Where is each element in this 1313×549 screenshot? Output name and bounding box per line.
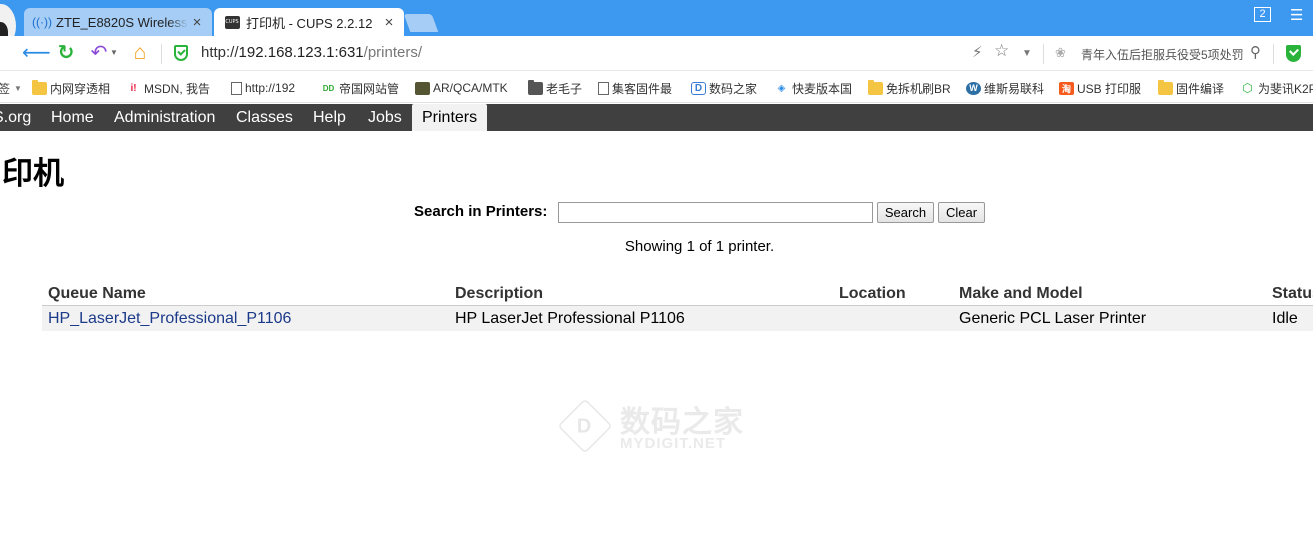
bookmark-item[interactable]: W 维斯易联科 [966,79,1044,97]
watermark: 数码之家 MYDIGIT.NET [557,397,758,457]
folder-icon [868,79,883,95]
address-toolbar: ⟵ ↻ ↶ ▼ ⌂ http://192.168.123.1:631/print… [0,36,1313,71]
printer-description: HP LaserJet Professional P1106 [455,310,685,327]
tab-label: ZTE_E8820S Wireless R [56,14,188,30]
home-icon[interactable]: ⌂ [128,41,152,65]
printer-queue-link[interactable]: HP_LaserJet_Professional_P1106 [48,310,291,328]
wireless-icon: ((·)) [32,15,52,29]
hamburger-menu-icon[interactable]: ☰ [1290,6,1303,24]
printer-make-model: Generic PCL Laser Printer [959,310,1147,327]
secure-shield-icon[interactable] [174,45,188,61]
cups-icon: CUPS [224,15,240,29]
nav-home[interactable]: Home [51,104,94,131]
reload-icon[interactable]: ↻ [55,41,77,65]
search-form: Search in Printers: Search Clear [0,201,1313,225]
url-path: /printers/ [363,44,423,61]
printers-table: Queue Name Description Location Make and… [42,283,1313,331]
search-button[interactable]: Search [877,202,934,223]
lightning-icon[interactable]: ⚡ [972,43,983,61]
bookmark-item[interactable]: DD 帝国网站管 [321,79,399,97]
page-icon [231,81,242,95]
bookmark-item[interactable]: 老毛子 [528,79,582,97]
nav-administration[interactable]: Administration [114,104,215,131]
col-status: Status [1272,285,1313,302]
search-input[interactable] [558,202,873,223]
col-make-model: Make and Model [959,285,1083,302]
close-icon[interactable]: × [380,14,398,31]
chip-icon [415,81,430,95]
undo-icon[interactable]: ↶ [88,41,110,65]
tab-zte-wireless[interactable]: ((·)) ZTE_E8820S Wireless R × [24,8,212,36]
window-count-badge[interactable]: 2 [1254,7,1271,22]
col-description: Description [455,285,544,302]
chevron-down-icon: ▼ [14,83,22,93]
toolbar-divider [161,44,162,64]
bookmark-item[interactable]: http://192 [231,79,295,97]
nav-cups-org[interactable]: S.org [0,104,31,131]
chevron-down-icon[interactable]: ▼ [1022,48,1032,59]
cups-navigation: S.org Home Administration Classes Help J… [0,104,1313,131]
msdn-icon: i! [130,82,137,94]
search-label: Search in Printers: [414,203,548,220]
ddwifi-icon: DD [322,83,335,93]
bookmark-item[interactable]: 集客固件最 [598,79,672,97]
nav-classes[interactable]: Classes [236,104,293,131]
toolbar-divider [1273,44,1274,64]
nav-printers[interactable]: Printers [412,104,488,131]
url-scheme: http:// [201,44,239,61]
bookmark-partial-icon: 签 [0,81,11,96]
table-header: Queue Name Description Location Make and… [42,283,1313,306]
col-location: Location [839,285,906,302]
security-shield-icon[interactable] [1286,45,1301,62]
diamond-icon: ◈ [777,82,786,94]
chevron-down-icon[interactable]: ▼ [110,48,118,57]
tab-label: 打印机 - CUPS 2.2.12 [246,15,373,31]
bookmark-item[interactable]: i! MSDN, 我告 [126,79,210,97]
address-bar[interactable]: http://192.168.123.1:631/printers/ [201,44,422,61]
back-arrow-icon[interactable]: ⟵ [22,41,51,65]
mydigit-icon: D [691,81,706,95]
new-tab-button[interactable] [403,14,439,32]
toolbar-divider [1043,44,1044,64]
wordpress-icon: W [966,81,981,95]
table-row: HP_LaserJet_Professional_P1106 HP LaserJ… [42,306,1313,331]
printer-status: Idle [1272,310,1298,327]
bookmark-item[interactable]: AR/QCA/MTK [415,79,508,97]
close-icon[interactable]: × [188,14,206,31]
bookmark-item[interactable]: 固件编译 [1158,79,1224,97]
bookmark-item[interactable]: D 数码之家 [691,79,757,97]
star-bookmark-icon[interactable]: ☆ [994,41,1009,61]
nav-help[interactable]: Help [313,104,346,131]
bookmark-item[interactable]: 淘 USB 打印服 [1059,79,1141,97]
folder-icon [32,79,47,95]
nav-jobs[interactable]: Jobs [368,104,402,131]
page-title: 印机 [2,156,64,191]
browser-search-box[interactable]: 青年入伍后拒服兵役受5项处罚 [1081,46,1247,63]
tab-strip: ((·)) ZTE_E8820S Wireless R × CUPS 打印机 -… [0,0,1313,48]
taobao-icon: 淘 [1059,81,1074,95]
watermark-en: MYDIGIT.NET [620,435,727,452]
url-host: 192.168.123.1:631 [238,44,364,61]
bookmark-item[interactable]: ⬡ 为斐讯K2P [1240,79,1313,97]
search-icon[interactable]: ⚲ [1250,43,1261,61]
col-queue-name: Queue Name [48,285,146,302]
page-icon [598,81,609,95]
tab-cups-printers[interactable]: CUPS 打印机 - CUPS 2.2.12 × [214,8,404,36]
bookmark-item[interactable]: ◈ 快麦版本国 [774,79,852,97]
baidu-paw-icon: ❀ [1055,45,1066,60]
folder-icon [1158,79,1173,95]
bookmark-item[interactable]: 免拆机刷BR [868,79,951,97]
mydigit-logo-icon [557,398,613,454]
bookmark-item[interactable]: 内网穿透相 [32,79,110,97]
result-count: Showing 1 of 1 printer. [624,238,775,255]
bookmarks-bar: 签 ▼ 内网穿透相 i! MSDN, 我告 http://192 DD 帝国网站管 … [0,72,1313,103]
folder-icon [528,79,543,95]
bookmark-overflow[interactable]: 签 ▼ [0,79,22,97]
hex-icon: ⬡ [1242,81,1253,95]
clear-button[interactable]: Clear [938,202,985,223]
